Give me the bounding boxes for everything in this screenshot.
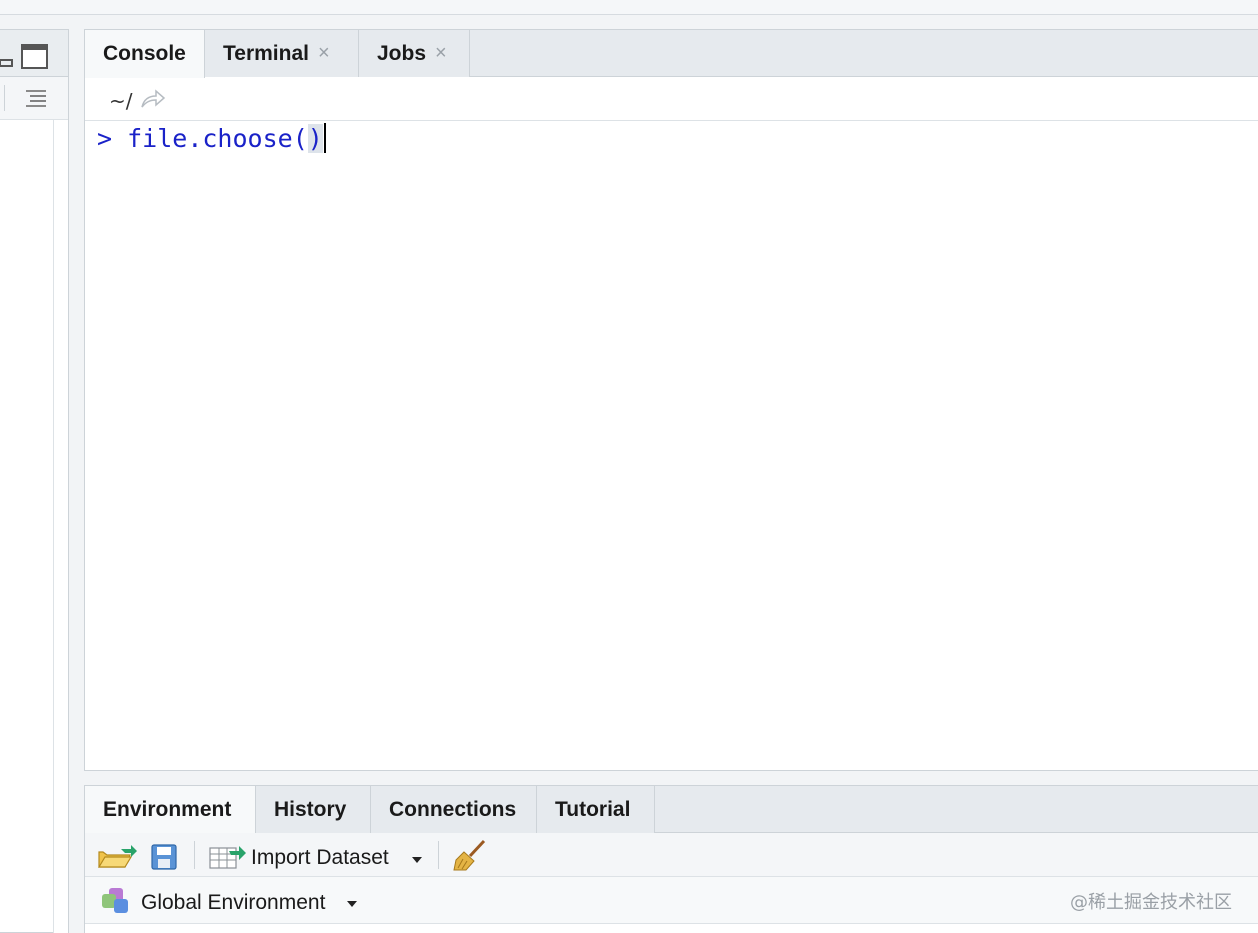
source-pane-scrollbar[interactable] bbox=[53, 120, 68, 933]
tab-history-label: History bbox=[274, 797, 347, 821]
maximize-icon[interactable] bbox=[21, 44, 49, 70]
console-tabbar: Console Terminal × Jobs × bbox=[85, 30, 1258, 78]
tab-jobs[interactable]: Jobs × bbox=[359, 30, 470, 77]
matched-paren: ) bbox=[307, 123, 323, 153]
toolbar-separator bbox=[4, 85, 5, 111]
broom-icon[interactable] bbox=[453, 839, 487, 871]
tab-history[interactable]: History bbox=[256, 786, 371, 833]
outline-list-icon[interactable] bbox=[25, 88, 47, 108]
tab-environment-label: Environment bbox=[103, 798, 232, 821]
environment-toolbar: Import Dataset bbox=[85, 833, 1258, 877]
tab-tutorial[interactable]: Tutorial bbox=[537, 786, 655, 833]
environment-scope-bar: Global Environment @稀土掘金技术社区 bbox=[85, 877, 1258, 924]
tab-jobs-label: Jobs bbox=[377, 41, 427, 65]
source-pane bbox=[0, 29, 69, 933]
close-icon[interactable]: × bbox=[435, 42, 447, 65]
console-path-bar bbox=[85, 78, 1258, 121]
watermark-text: @稀土掘金技术社区 bbox=[1070, 892, 1232, 913]
environment-icon bbox=[102, 888, 128, 913]
tab-tutorial-label: Tutorial bbox=[555, 797, 631, 821]
global-environment-label: Global Environment bbox=[141, 891, 326, 914]
tab-connections[interactable]: Connections bbox=[371, 786, 537, 833]
source-pane-toolbar bbox=[0, 77, 68, 120]
tab-console[interactable]: Console bbox=[85, 30, 205, 78]
console-output[interactable]: > file.choose() bbox=[85, 122, 1258, 770]
import-dataset-label: Import Dataset bbox=[251, 846, 389, 869]
environment-tabbar: Environment History Connections Tutorial bbox=[85, 786, 1258, 834]
tab-connections-label: Connections bbox=[389, 797, 517, 821]
tab-environment[interactable]: Environment bbox=[85, 786, 256, 834]
chevron-down-icon bbox=[347, 901, 357, 907]
tab-terminal[interactable]: Terminal × bbox=[205, 30, 359, 77]
toolbar-separator bbox=[194, 841, 195, 869]
minimize-icon[interactable] bbox=[0, 54, 14, 68]
console-input-line[interactable]: > file.choose() bbox=[97, 122, 326, 154]
console-prompt: > bbox=[97, 123, 113, 153]
goto-directory-icon[interactable] bbox=[140, 88, 166, 110]
top-toolbar-strip bbox=[0, 0, 1258, 15]
open-folder-icon[interactable] bbox=[97, 843, 137, 869]
console-command: file.choose( bbox=[127, 123, 308, 153]
save-icon[interactable] bbox=[151, 844, 177, 870]
chevron-down-icon bbox=[412, 857, 422, 863]
source-pane-header bbox=[0, 30, 68, 77]
text-caret bbox=[323, 123, 326, 153]
close-icon[interactable]: × bbox=[318, 42, 330, 65]
console-pane: Console Terminal × Jobs × ~/ > file.choo… bbox=[84, 29, 1258, 771]
import-dataset-icon bbox=[209, 846, 246, 869]
tab-console-label: Console bbox=[103, 42, 186, 65]
tab-terminal-label: Terminal bbox=[223, 41, 309, 65]
toolbar-separator bbox=[438, 841, 439, 869]
working-directory: ~/ bbox=[109, 89, 133, 113]
environment-pane: Environment History Connections Tutorial bbox=[84, 785, 1258, 933]
